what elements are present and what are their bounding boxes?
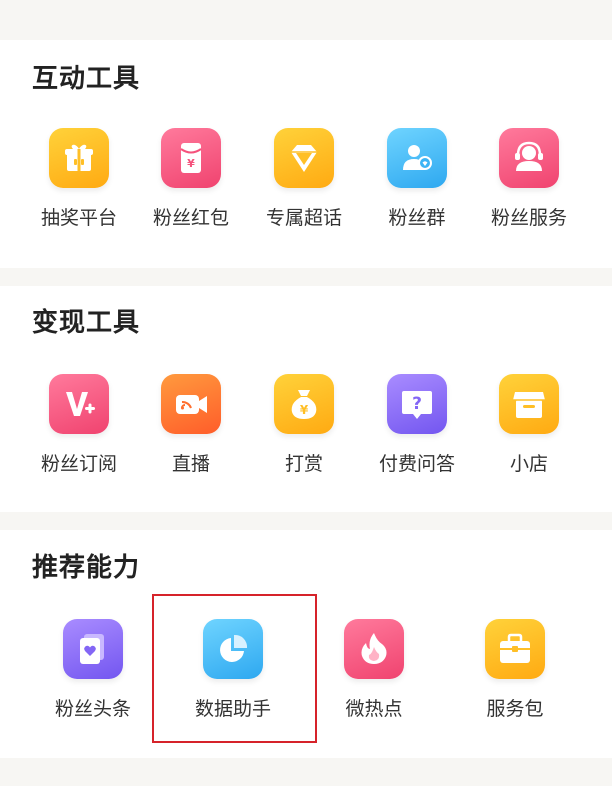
section-title-interaction: 互动工具 — [32, 64, 141, 94]
section-title-recommendation: 推荐能力 — [32, 553, 141, 583]
section-divider — [0, 268, 612, 286]
red-packet-icon: ¥ — [161, 128, 221, 188]
live-camera-icon — [161, 374, 221, 434]
tool-label: 粉丝服务 — [490, 207, 567, 229]
question-icon: ? — [387, 374, 447, 434]
tool-label: 小店 — [509, 453, 548, 475]
section-divider — [0, 0, 612, 40]
fan-service-icon — [499, 128, 559, 188]
highlight-box — [152, 594, 317, 743]
section-title-monetization: 变现工具 — [32, 308, 141, 338]
v-plus-icon — [49, 374, 109, 434]
tool-label: 服务包 — [486, 698, 544, 720]
svg-text:?: ? — [412, 394, 422, 414]
shop-icon — [499, 374, 559, 434]
section-divider — [0, 512, 612, 530]
briefcase-icon — [485, 619, 545, 679]
tool-label: 粉丝头条 — [54, 698, 131, 720]
fan-headline-icon — [63, 619, 123, 679]
group-icon — [387, 128, 447, 188]
tools-page: 互动工具 抽奖平台 ¥ 粉丝红包 专属超话 粉丝群 粉丝服务 变现工具 粉丝订阅… — [0, 0, 612, 786]
svg-text:¥: ¥ — [300, 403, 309, 417]
money-bag-icon: ¥ — [274, 374, 334, 434]
diamond-icon — [274, 128, 334, 188]
tool-label: 微热点 — [345, 698, 403, 720]
flame-icon — [344, 619, 404, 679]
svg-text:¥: ¥ — [187, 157, 195, 170]
section-divider — [0, 758, 612, 786]
gift-icon — [49, 128, 109, 188]
